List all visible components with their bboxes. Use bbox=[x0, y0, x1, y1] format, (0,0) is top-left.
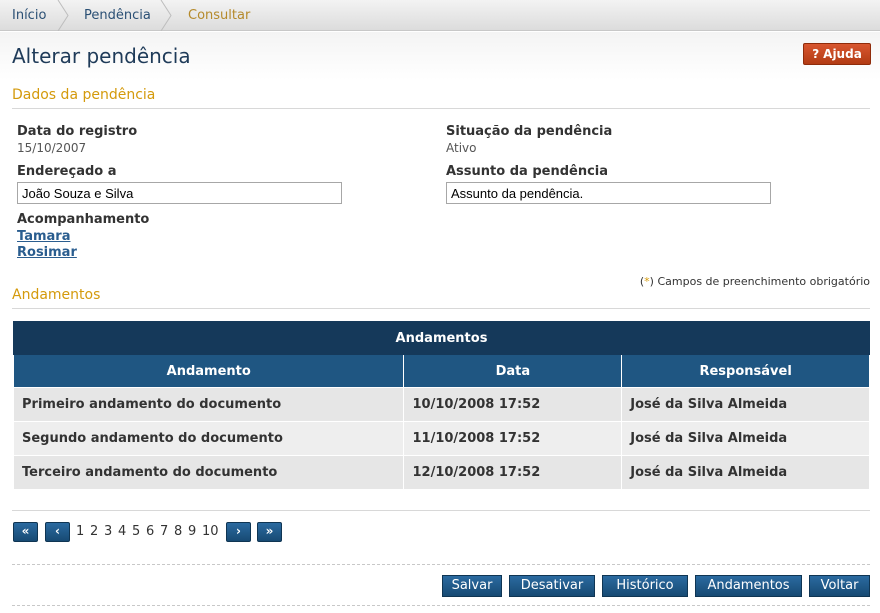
save-button[interactable]: Salvar bbox=[442, 575, 502, 597]
cell-andamento: Segundo andamento do documento bbox=[12, 421, 405, 456]
page-link-7[interactable]: 7 bbox=[160, 524, 168, 539]
breadcrumb-pendencia[interactable]: Pendência bbox=[84, 0, 151, 31]
previous-page-button[interactable]: ‹ bbox=[45, 522, 70, 542]
required-note-text: Campos de preenchimento obrigatório bbox=[657, 275, 870, 288]
next-page-button[interactable]: › bbox=[226, 522, 251, 542]
page-link-10[interactable]: 10 bbox=[202, 524, 219, 539]
page-link-9[interactable]: 9 bbox=[188, 524, 196, 539]
column-header-data[interactable]: Data bbox=[403, 354, 623, 388]
section-title-progress: Andamentos bbox=[12, 287, 101, 303]
deactivate-button[interactable]: Desativar bbox=[509, 575, 595, 597]
required-fields-note: (*) Campos de preenchimento obrigatório bbox=[639, 275, 870, 288]
progress-button[interactable]: Andamentos bbox=[695, 575, 802, 597]
column-header-andamento[interactable]: Andamento bbox=[12, 354, 405, 388]
addressed-to-input[interactable] bbox=[17, 182, 342, 204]
last-page-button[interactable]: » bbox=[257, 522, 282, 542]
back-button[interactable]: Voltar bbox=[809, 575, 870, 597]
page-link-5[interactable]: 5 bbox=[132, 524, 140, 539]
addressed-to-label: Endereçado a bbox=[17, 164, 117, 179]
section-title-details: Dados da pendência bbox=[12, 87, 156, 103]
dotted-divider bbox=[12, 564, 870, 565]
subject-input[interactable] bbox=[446, 182, 771, 204]
breadcrumb-pendencia-link[interactable]: Pendência bbox=[84, 8, 151, 23]
first-page-button[interactable]: « bbox=[13, 522, 38, 542]
breadcrumb-home[interactable]: Início bbox=[12, 0, 46, 31]
table-bottom-divider bbox=[12, 510, 870, 511]
required-star: * bbox=[644, 275, 650, 288]
cell-data: 10/10/2008 17:52 bbox=[403, 387, 623, 422]
cell-responsavel: José da Silva Almeida bbox=[621, 387, 870, 422]
page-link-6[interactable]: 6 bbox=[146, 524, 154, 539]
page-link-1[interactable]: 1 bbox=[76, 524, 84, 539]
status-label: Situação da pendência bbox=[446, 124, 613, 139]
section-divider bbox=[12, 108, 870, 109]
page-link-4[interactable]: 4 bbox=[118, 524, 126, 539]
progress-table: Andamentos Andamento Data Responsável Pr… bbox=[12, 321, 870, 490]
breadcrumb-current-label: Consultar bbox=[188, 8, 251, 23]
page-title: Alterar pendência bbox=[12, 44, 191, 68]
cell-responsavel: José da Silva Almeida bbox=[621, 421, 870, 456]
cell-data: 12/10/2008 17:52 bbox=[403, 455, 623, 490]
help-button-label: Ajuda bbox=[823, 47, 862, 61]
breadcrumb-home-link[interactable]: Início bbox=[12, 8, 46, 23]
breadcrumb-separator-icon bbox=[57, 0, 69, 31]
cell-andamento: Terceiro andamento do documento bbox=[12, 455, 405, 490]
cell-andamento: Primeiro andamento do documento bbox=[12, 387, 405, 422]
registration-date-label: Data do registro bbox=[17, 124, 138, 139]
column-header-responsavel[interactable]: Responsável bbox=[621, 354, 870, 388]
follow-up-link-tamara[interactable]: Tamara bbox=[17, 229, 70, 244]
subject-label: Assunto da pendência bbox=[446, 164, 609, 179]
table-row[interactable]: Segundo andamento do documento 11/10/200… bbox=[12, 421, 870, 456]
question-icon: ? bbox=[812, 47, 820, 61]
breadcrumb: Início Pendência Consultar bbox=[0, 0, 880, 31]
cell-data: 11/10/2008 17:52 bbox=[403, 421, 623, 456]
section-divider bbox=[12, 308, 870, 309]
table-row[interactable]: Primeiro andamento do documento 10/10/20… bbox=[12, 387, 870, 422]
registration-date-value: 15/10/2007 bbox=[17, 141, 87, 155]
page-link-8[interactable]: 8 bbox=[174, 524, 182, 539]
cell-responsavel: José da Silva Almeida bbox=[621, 455, 870, 490]
breadcrumb-current: Consultar bbox=[188, 0, 250, 31]
help-button[interactable]: ? Ajuda bbox=[803, 43, 871, 65]
dotted-divider bbox=[12, 605, 870, 606]
table-row[interactable]: Terceiro andamento do documento 12/10/20… bbox=[12, 455, 870, 490]
progress-table-caption: Andamentos bbox=[13, 321, 870, 355]
follow-up-label: Acompanhamento bbox=[17, 212, 150, 227]
page-link-3[interactable]: 3 bbox=[104, 524, 112, 539]
breadcrumb-separator-icon bbox=[160, 0, 172, 31]
follow-up-link-rosimar[interactable]: Rosimar bbox=[17, 245, 77, 260]
history-button[interactable]: Histórico bbox=[602, 575, 688, 597]
page-link-2[interactable]: 2 bbox=[90, 524, 98, 539]
status-value: Ativo bbox=[446, 141, 477, 155]
